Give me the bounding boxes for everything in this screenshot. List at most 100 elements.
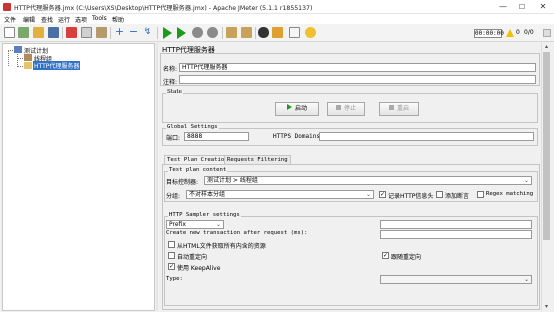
running-threads-count: 0/0 (524, 29, 534, 36)
restart-label: 重启 (396, 105, 409, 112)
shutdown-icon[interactable] (207, 27, 218, 38)
add-assertion-checkbox[interactable] (436, 191, 443, 198)
chevron-down-icon: ⌄ (523, 276, 529, 283)
help-icon[interactable] (305, 27, 316, 38)
comment-field[interactable] (179, 75, 536, 84)
follow-redirects-checkbox[interactable]: ✓ (382, 252, 389, 259)
test-plan-tree[interactable]: 测试计划 线程组 HTTP代理服务器 (2, 43, 155, 311)
new-icon[interactable] (4, 27, 15, 38)
play-icon (286, 104, 292, 110)
proxy-settings-panel: HTTP代理服务器 名称: HTTP代理服务器 注释: State 启动 停止 … (158, 43, 552, 312)
stop-button[interactable]: 停止 (327, 102, 365, 116)
tab-requests-filtering[interactable]: Requests Filtering (224, 155, 291, 164)
scroll-up-arrow-icon[interactable]: ▴ (541, 43, 552, 51)
search-icon[interactable] (258, 27, 269, 38)
restart-button[interactable]: 重启 (379, 102, 419, 116)
scrollbar-thumb[interactable] (543, 52, 550, 240)
add-assertion-label: 添加断言 (445, 193, 470, 200)
name-label: 名称: (163, 66, 178, 73)
menu-edit[interactable]: 编辑 (23, 15, 35, 24)
grouping-label: 分组: (166, 193, 181, 200)
collapse-icon[interactable]: − (128, 26, 139, 38)
tree-guide-line (8, 50, 13, 51)
target-controller-select[interactable]: 测试计划 > 线程组 ⌄ (204, 176, 532, 185)
function-helper-icon[interactable] (289, 27, 300, 38)
stop-icon (335, 105, 341, 110)
auto-redirect-label: 自动重定向 (177, 254, 208, 261)
start-icon[interactable] (163, 27, 172, 39)
window-title: HTTP代理服务器.jmx (C:\Users\XS\Desktop\HTTP代… (14, 5, 313, 12)
maximize-button[interactable]: ☐ (515, 1, 529, 13)
https-domains-label: HTTPS Domains: (273, 133, 324, 140)
clear-all-icon[interactable] (241, 27, 252, 38)
follow-redirects-label: 跟随重定向 (391, 254, 422, 261)
prefix-select[interactable]: Prefix ⌄ (166, 220, 224, 229)
menu-run[interactable]: 运行 (58, 15, 70, 24)
state-title: State (166, 89, 183, 95)
warning-icon[interactable] (506, 29, 514, 37)
tree-guide-line (17, 58, 23, 59)
error-count: 0 (516, 29, 520, 36)
record-headers-label: 记录HTTP信息头 (388, 193, 434, 200)
grouping-select[interactable]: 不对样本分组 ⌄ (186, 190, 374, 199)
type-select[interactable]: ⌄ (380, 275, 532, 284)
transaction-delay-label: Create new transaction after request (ms… (166, 230, 308, 236)
transaction-delay-field[interactable] (380, 230, 532, 239)
comment-label: 注释: (163, 79, 178, 86)
thread-group-icon (24, 54, 32, 61)
target-controller-value: 测试计划 > 线程组 (207, 177, 258, 184)
record-headers-checkbox[interactable]: ✓ (379, 191, 386, 198)
name-field[interactable]: HTTP代理服务器 (179, 63, 536, 72)
keepalive-checkbox[interactable]: ✓ (168, 263, 175, 270)
cut-icon[interactable] (66, 27, 77, 38)
stop-icon[interactable] (192, 27, 203, 38)
minimize-button[interactable]: — (496, 1, 510, 13)
toggle-icon[interactable]: ↯ (142, 27, 153, 38)
scroll-down-arrow-icon[interactable]: ▾ (541, 303, 552, 311)
reset-search-icon[interactable] (272, 27, 283, 38)
regex-matching-checkbox[interactable] (477, 191, 484, 198)
prefix-value: Prefix (169, 221, 186, 228)
close-button[interactable]: ✕ (536, 1, 550, 13)
menu-file[interactable]: 文件 (4, 15, 16, 24)
chevron-down-icon: ⌄ (215, 221, 221, 228)
jmeter-app-icon (3, 3, 11, 11)
grouping-value: 不对样本分组 (189, 191, 226, 198)
toolbar-separator (62, 27, 63, 39)
start-no-pause-icon[interactable] (177, 27, 186, 39)
stop-label: 停止 (343, 105, 356, 112)
menu-help[interactable]: 帮助 (112, 15, 124, 24)
restart-icon (388, 105, 394, 110)
open-icon[interactable] (33, 27, 44, 38)
https-domains-field[interactable] (319, 132, 534, 141)
prefix-text-field[interactable] (380, 220, 532, 229)
save-icon[interactable] (48, 27, 59, 38)
toolbar-separator (157, 27, 158, 39)
retrieve-resources-checkbox[interactable] (168, 241, 175, 248)
port-label: 端口: (166, 135, 181, 142)
test-plan-icon (14, 46, 22, 53)
proxy-server-icon (24, 62, 32, 69)
toolbar-separator (110, 27, 111, 39)
test-plan-content-title: Test plan content (168, 167, 228, 173)
port-field[interactable]: 8888 (184, 132, 249, 141)
tree-guide-line (8, 50, 9, 66)
menu-search[interactable]: 查找 (41, 15, 53, 24)
retrieve-resources-label: 从HTML文件获取所有内含的资源 (177, 243, 266, 250)
templates-icon[interactable] (18, 27, 29, 38)
regex-matching-label: Regex matching (486, 191, 534, 197)
menu-options[interactable]: 选项 (75, 15, 87, 24)
chevron-down-icon: ⌄ (523, 177, 529, 184)
paste-icon[interactable] (96, 27, 107, 38)
clear-icon[interactable] (226, 27, 237, 38)
global-settings-title: Global Settings (166, 124, 219, 130)
start-button[interactable]: 启动 (275, 102, 319, 116)
tree-item-http-proxy[interactable]: HTTP代理服务器 (33, 61, 81, 70)
auto-redirect-checkbox[interactable] (168, 252, 175, 259)
menu-tools[interactable]: Tools (92, 15, 107, 22)
toolbar-separator (222, 27, 223, 39)
copy-icon[interactable] (81, 27, 92, 38)
tree-guide-line (17, 66, 23, 67)
start-label: 启动 (294, 105, 307, 112)
expand-icon[interactable]: + (114, 26, 125, 38)
